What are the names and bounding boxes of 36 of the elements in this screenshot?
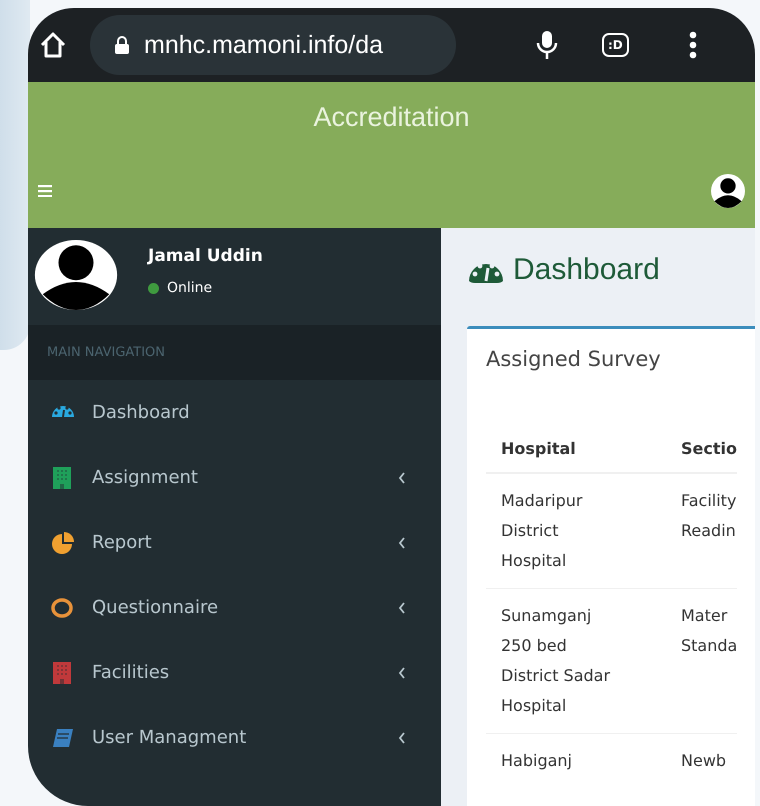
more-menu-icon[interactable]	[688, 31, 697, 59]
section-header: MAIN NAVIGATION	[28, 325, 441, 380]
table-cell: Mater Standa	[666, 588, 738, 734]
card-title: Assigned Survey	[485, 346, 662, 373]
table-cell: Sunamganj 250 bed District Sadar Hospital	[486, 588, 666, 734]
nav-label: Assignment	[92, 467, 199, 488]
column-header: Hospital	[486, 417, 666, 473]
address-bar[interactable]: mnhc.mamoni.info/da	[90, 15, 456, 75]
table-cell: Madaripur District Hospital	[486, 473, 666, 588]
sidebar-item[interactable]: Questionnaire	[28, 575, 441, 640]
sidebar-item[interactable]: User Managment	[28, 705, 441, 770]
home-icon[interactable]	[38, 30, 68, 60]
sidebar-item[interactable]: Dashboard	[28, 380, 441, 445]
sidebar-item[interactable]: Report	[28, 510, 441, 575]
avatar-icon	[34, 240, 118, 310]
nav-label: Dashboard	[92, 402, 191, 423]
avatar-icon[interactable]	[711, 174, 745, 208]
page-title: Dashboard	[513, 253, 660, 287]
nav-label: Facilities	[92, 662, 170, 683]
user-name: Jamal Uddin	[148, 246, 263, 266]
column-header: Sectio	[666, 417, 738, 473]
app-title: Accreditation	[312, 101, 471, 134]
nav-label: Report	[92, 532, 153, 553]
microphone-icon[interactable]	[536, 29, 558, 61]
sidebar-item[interactable]: Assignment	[28, 445, 441, 510]
menu-icon[interactable]	[38, 185, 52, 197]
sidebar-item[interactable]: Facilities	[28, 640, 441, 705]
status-text: Online	[167, 280, 212, 296]
nav-label: Questionnaire	[92, 597, 220, 618]
table-cell: Habiganj	[486, 734, 666, 788]
url-text: mnhc.mamoni.info/da	[144, 30, 384, 60]
nav-label: User Managment	[92, 727, 248, 748]
table-cell: Facility Readin	[666, 473, 738, 588]
lock-icon	[114, 35, 130, 55]
tab-switcher-button[interactable]: :D	[602, 33, 629, 57]
table-cell: Newb	[666, 734, 738, 788]
